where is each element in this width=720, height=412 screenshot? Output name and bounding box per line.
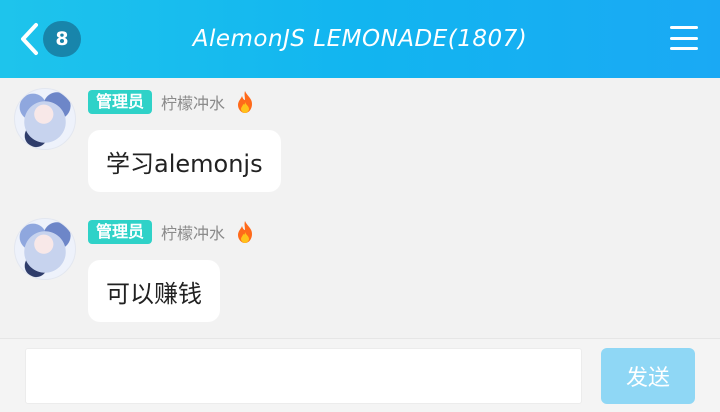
sender-nickname[interactable]: 柠檬冲水 (161, 220, 225, 244)
message-bubble[interactable]: 学习alemonjs (88, 130, 281, 192)
sender-nickname[interactable]: 柠檬冲水 (161, 90, 225, 114)
fire-icon (238, 91, 253, 113)
message-meta: 管理员 柠檬冲水 (88, 89, 255, 115)
role-badge: 管理员 (88, 90, 153, 114)
menu-button[interactable] (670, 26, 698, 50)
menu-icon-line (670, 26, 698, 29)
menu-icon-line (670, 47, 698, 50)
chevron-left-icon (21, 23, 38, 55)
chat-header: 8 AlemonJS LEMONADE(1807) (0, 0, 720, 78)
send-button[interactable]: 发送 (601, 348, 695, 404)
avatar[interactable] (14, 218, 76, 280)
composer-bar: 发送 (0, 338, 720, 412)
message-bubble[interactable]: 可以赚钱 (88, 260, 220, 322)
message-meta: 管理员 柠檬冲水 (88, 219, 255, 245)
unread-count-badge: 8 (43, 21, 81, 57)
message-input[interactable] (25, 348, 582, 404)
back-button[interactable]: 8 (18, 20, 82, 58)
avatar[interactable] (14, 88, 76, 150)
menu-icon-line (670, 36, 698, 40)
role-badge: 管理员 (88, 220, 153, 244)
chat-title: AlemonJS LEMONADE(1807) (192, 26, 528, 52)
fire-icon (238, 221, 253, 243)
